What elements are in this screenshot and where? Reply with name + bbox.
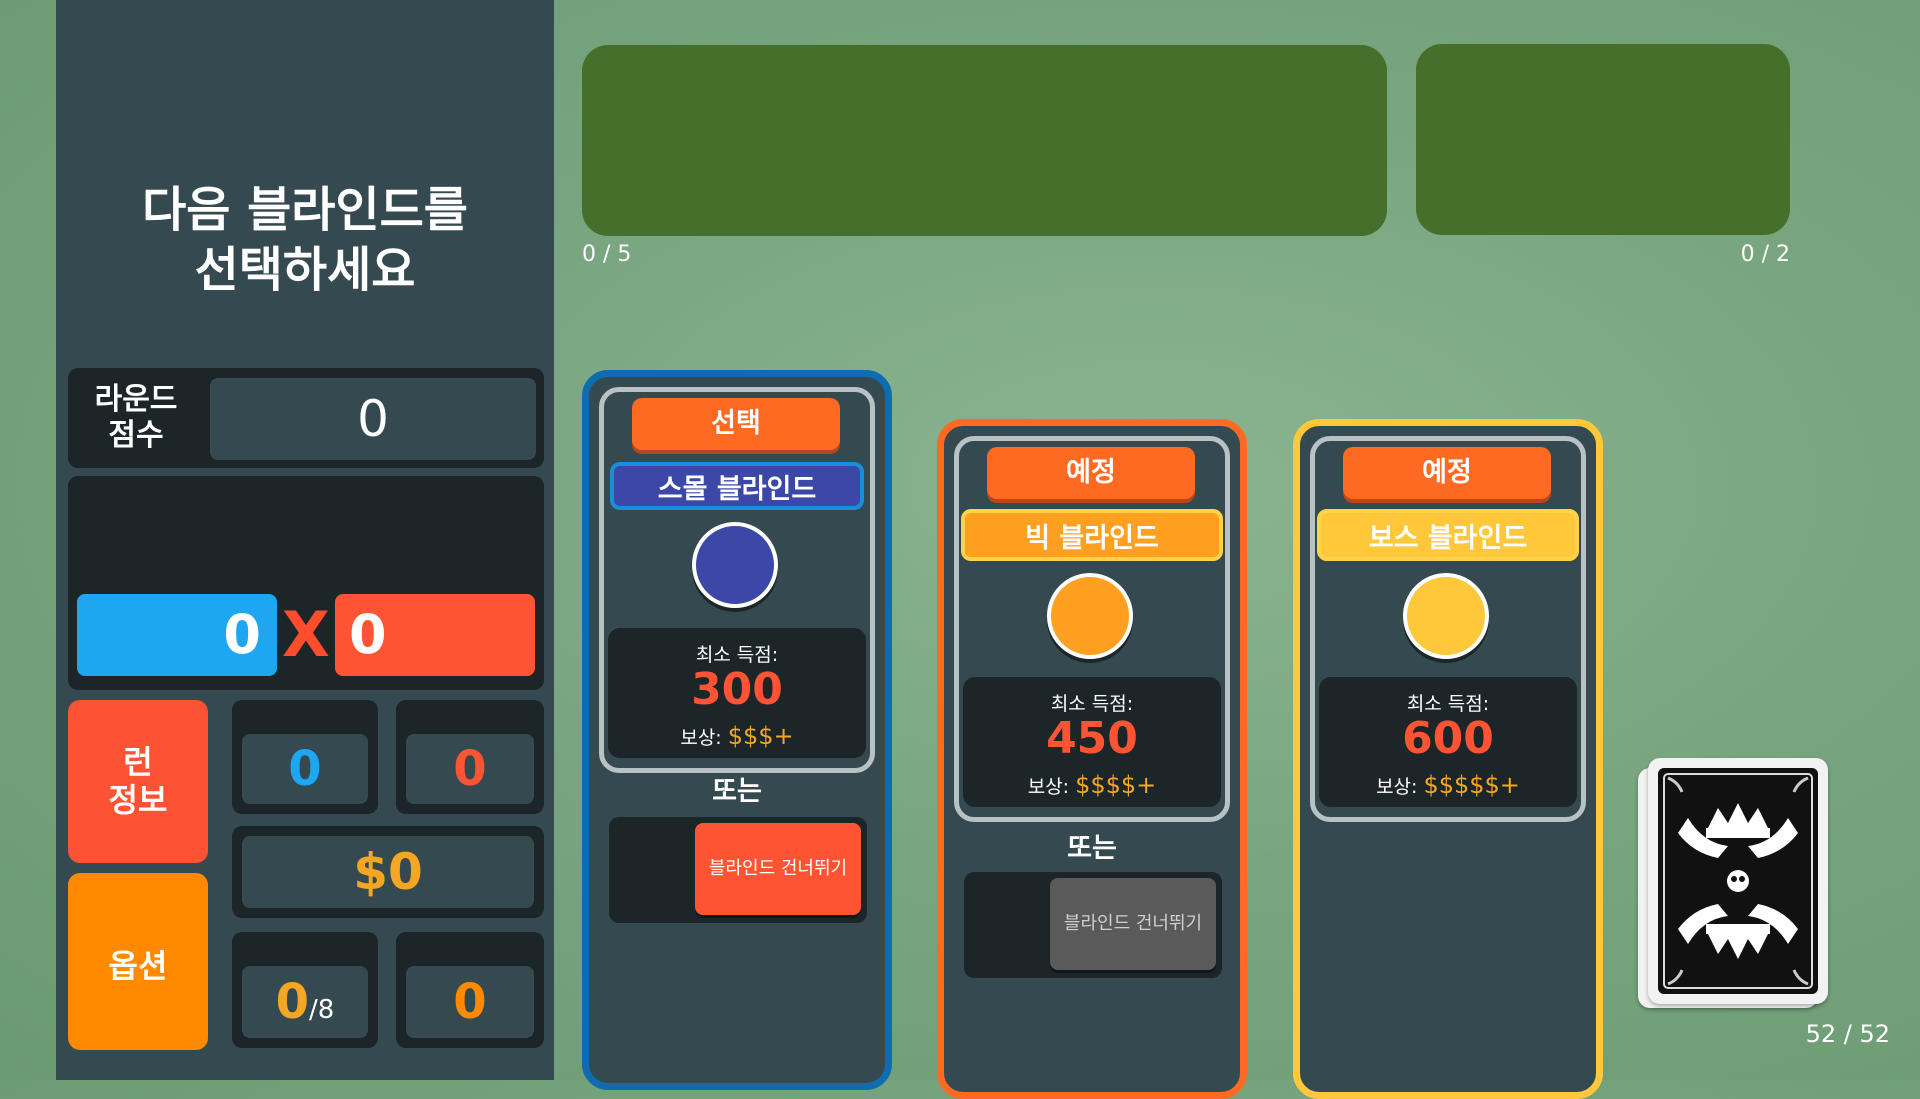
boss-blind-score-box: 최소 득점: 600 보상: $$$$$+	[1319, 677, 1577, 807]
run-info-label-line-2: 정보	[108, 781, 168, 819]
big-blind-column: 예정 빅 블라인드 최소 득점: 450 보상: $$$$+ 또는 블라인드 건너…	[937, 419, 1247, 1099]
round-score-box: 0	[210, 378, 536, 460]
card-back-crown-icon	[1658, 768, 1818, 994]
small-blind-chip-icon	[692, 522, 778, 608]
joker-count: 0 / 5	[582, 242, 632, 267]
skip-panel: 블라인드 건너뛰기	[609, 817, 867, 923]
reward-value: $$$$$+	[1423, 771, 1520, 799]
small-blind-name: 스몰 블라인드	[610, 462, 864, 510]
or-label: 또는	[712, 776, 762, 807]
ante-slot: 0/8	[242, 966, 368, 1038]
joker-area[interactable]	[582, 45, 1387, 236]
min-score-value: 450	[1046, 713, 1138, 764]
consumable-area[interactable]	[1416, 44, 1790, 235]
reward-label: 보상:	[1376, 776, 1418, 798]
reward-label: 보상:	[1027, 776, 1070, 798]
deck[interactable]	[1638, 758, 1828, 1014]
discards-panel: 0	[396, 700, 544, 814]
small-blind-column: 선택 스몰 블라인드 최소 득점: 300 보상: $$$+ 또는 블라인드 건너…	[582, 370, 892, 1090]
reward-label: 보상:	[680, 727, 722, 749]
reward-row: 보상: $$$$$+	[1319, 771, 1577, 799]
boss-blind-column: 예정 보스 블라인드 최소 득점: 600 보상: $$$$$+	[1293, 419, 1603, 1099]
round-score-value: 0	[357, 390, 389, 448]
mult-box: 0	[335, 594, 535, 676]
min-score-value: 600	[1402, 713, 1494, 764]
chips-value: 0	[223, 603, 261, 666]
small-blind-score-box: 최소 득점: 300 보상: $$$+	[608, 628, 866, 758]
discards-value: 0	[453, 741, 487, 797]
round-slot: 0	[406, 966, 534, 1038]
title-line-1: 다음 블라인드를	[142, 182, 468, 238]
multiply-symbol: X	[282, 598, 330, 671]
money-value: $0	[353, 843, 423, 901]
min-score-label: 최소 득점:	[1406, 693, 1490, 715]
reward-row: 보상: $$$+	[608, 722, 866, 750]
hand-calculation-panel: 0 X 0	[68, 476, 544, 690]
skip-blind-button-disabled: 블라인드 건너뛰기	[1050, 878, 1216, 970]
hands-slot: 0	[242, 734, 368, 804]
chips-box: 0	[77, 594, 277, 676]
select-blind-title: 다음 블라인드를 선택하세요	[56, 180, 554, 300]
boss-blind-chip-icon	[1403, 573, 1489, 659]
boss-blind-card: 예정 보스 블라인드 최소 득점: 600 보상: $$$$$+	[1310, 436, 1586, 822]
round-score-label: 라운드 점수	[86, 382, 186, 454]
big-blind-card: 예정 빅 블라인드 최소 득점: 450 보상: $$$$+	[954, 436, 1230, 822]
reward-value: $$$+	[727, 722, 794, 750]
money-slot: $0	[242, 836, 534, 908]
or-label: 또는	[1067, 833, 1117, 864]
title-line-2: 선택하세요	[194, 242, 416, 298]
min-score-value: 300	[691, 664, 783, 715]
ante-max: /8	[309, 995, 335, 1025]
round-value: 0	[453, 974, 487, 1030]
deck-top-card	[1648, 758, 1828, 1004]
ante-current: 0	[275, 974, 310, 1030]
min-score-label: 최소 득점:	[1050, 693, 1134, 715]
skip-panel: 블라인드 건너뛰기	[964, 872, 1222, 978]
big-blind-chip-icon	[1047, 573, 1133, 659]
run-info-button[interactable]: 런 정보	[68, 700, 208, 863]
reward-value: $$$$+	[1075, 771, 1157, 799]
options-label: 옵션	[108, 947, 168, 985]
round-score-label-line-1: 라운드	[94, 382, 178, 417]
consumable-count: 0 / 2	[1740, 242, 1790, 267]
round-score-label-line-2: 점수	[108, 418, 164, 453]
boss-blind-name: 보스 블라인드	[1317, 509, 1579, 561]
min-score-label: 최소 득점:	[695, 644, 779, 666]
small-blind-card: 선택 스몰 블라인드 최소 득점: 300 보상: $$$+	[599, 387, 875, 773]
reward-row: 보상: $$$$+	[963, 771, 1221, 799]
skip-blind-button[interactable]: 블라인드 건너뛰기	[695, 823, 861, 915]
select-blind-button[interactable]: 선택	[632, 398, 840, 450]
big-blind-name: 빅 블라인드	[961, 509, 1223, 561]
ante-value: 0/8	[242, 966, 368, 1038]
upcoming-blind-badge: 예정	[1343, 447, 1551, 499]
hands-value: 0	[288, 741, 322, 797]
ante-panel: 0/8	[232, 932, 378, 1048]
mult-value: 0	[349, 603, 387, 666]
round-panel: 0	[396, 932, 544, 1048]
hands-panel: 0	[232, 700, 378, 814]
upcoming-blind-badge: 예정	[987, 447, 1195, 499]
big-blind-score-box: 최소 득점: 450 보상: $$$$+	[963, 677, 1221, 807]
options-button[interactable]: 옵션	[68, 873, 208, 1050]
money-panel: $0	[232, 826, 544, 918]
discards-slot: 0	[406, 734, 534, 804]
run-info-label-line-1: 런	[123, 743, 153, 781]
round-score-panel: 라운드 점수 0	[68, 368, 544, 468]
deck-count: 52 / 52	[1805, 1020, 1890, 1048]
